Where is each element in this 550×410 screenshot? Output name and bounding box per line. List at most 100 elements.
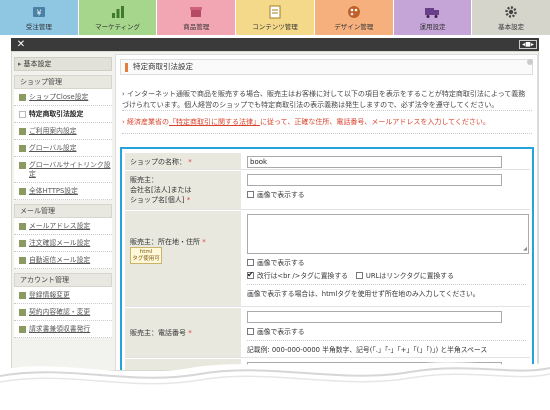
label-text: 販売主： 会社名[法人]または ショップ名[個人] (130, 176, 192, 204)
sidebar-item-order-mail[interactable]: 注文確認メール設定 (14, 235, 112, 252)
html-tag-badge: html タグ使用可 (130, 247, 162, 264)
phone-input[interactable] (247, 311, 502, 323)
br-checkbox[interactable] (247, 270, 254, 279)
address-textarea[interactable]: ◢ (247, 214, 529, 254)
sidebar-item-contract[interactable]: 契約内容確認・変更 (14, 304, 112, 321)
phone-cell: 画像で表示する 記載例: 000-000-0000 半角数字、記号(「.」「-」… (243, 308, 530, 357)
bullet-icon (19, 188, 26, 195)
bullet-icon (19, 240, 26, 247)
checkbox-label: 画像で表示する (257, 259, 305, 267)
bullet-icon (19, 111, 26, 118)
row-address: 販売主：所在地・住所 * htmlタグ使用可 ◢ 画像で表示する 改行は<br … (125, 211, 530, 307)
sidebar-item-auto-reply[interactable]: 自動返信メール設定 (14, 252, 112, 269)
checkbox-label: URLはリンクタグに置換する (365, 272, 454, 280)
company-input[interactable] (247, 174, 502, 186)
sidebar-item-label: グローバルサイトリンク設定 (29, 161, 111, 178)
address-image-checkbox-row[interactable]: 画像で表示する (247, 257, 526, 267)
sidebar-section-account: アカウント管理 (14, 273, 112, 287)
checkbox-label: 改行は<br />タグに置換する (257, 272, 348, 280)
top-navigation: ¥ 受注管理 マーケティング 商品管理 コンテンツ管理 デザイン管理 運用設定 (0, 0, 550, 35)
law-link[interactable]: 「特定商取引に関する法律」 (169, 118, 260, 126)
sidebar-header: ▸ 基本設定 (14, 57, 112, 71)
palette-icon (346, 5, 362, 19)
address-cell: ◢ 画像で表示する 改行は<br />タグに置換する URLはリンクタグに置換す… (243, 211, 530, 306)
sidebar-item-global-sitelink[interactable]: グローバルサイトリンク設定 (14, 157, 112, 183)
phone-label: 販売主：電話番号 * (125, 308, 241, 357)
tab-label: マーケティング (95, 23, 141, 31)
sidebar-item-https[interactable]: 全体HTTPS設定 (14, 183, 112, 200)
shop-name-input[interactable]: book (247, 156, 502, 168)
bullet-icon (19, 326, 26, 333)
warning-note: › 経済産業省の「特定商取引に関する法律」に従って、正確な住所、電話番号、メール… (122, 118, 490, 126)
toolbar: ✕ ◂■▸ (11, 38, 539, 51)
required-mark: * (188, 329, 192, 337)
page-icon (267, 5, 283, 19)
sidebar-item-invoice[interactable]: 請求書兼領収書発行 (14, 321, 112, 338)
label-text: ショップの名称： (130, 158, 186, 166)
label-text: 販売主：電話番号 (130, 329, 186, 337)
sidebar-item-mail-address[interactable]: メールアドレス設定 (14, 218, 112, 235)
bar-chart-icon (110, 5, 126, 19)
bullet-icon (19, 292, 26, 299)
sidebar-item-shop-close[interactable]: ショップClose設定 (14, 89, 112, 106)
tab-design-management[interactable]: デザイン管理 (314, 0, 394, 35)
sidebar-item-label: ご利用案内設定 (29, 127, 77, 135)
divider (247, 284, 526, 285)
label-text: 販売主：所在地・住所 (130, 238, 200, 246)
bullet-icon (19, 162, 26, 169)
tab-operation-settings[interactable]: 運用設定 (393, 0, 473, 35)
sidebar-item-label: 契約内容確認・変更 (29, 308, 91, 316)
circle-icon (527, 59, 533, 65)
sidebar-item-global[interactable]: グローバル設定 (14, 140, 112, 157)
box-icon (188, 5, 204, 19)
row-shop-name: ショップの名称： * book (125, 153, 530, 170)
svg-text:¥: ¥ (36, 9, 41, 18)
row-phone: 販売主：電話番号 * 画像で表示する 記載例: 000-000-0000 半角数… (125, 308, 530, 358)
bullet-icon (19, 257, 26, 264)
bullet-icon (19, 128, 26, 135)
company-image-checkbox-row[interactable]: 画像で表示する (247, 189, 526, 199)
wave-decoration (0, 362, 550, 410)
sidebar-item-label: ショップClose設定 (29, 93, 89, 101)
bullet-icon (19, 309, 26, 316)
replace-options-row: 改行は<br />タグに置換する URLはリンクタグに置換する (247, 270, 526, 280)
tab-label: デザイン管理 (334, 23, 374, 31)
checkbox[interactable] (247, 258, 254, 266)
shop-name-cell: book (243, 153, 530, 169)
expand-icon[interactable]: ◂■▸ (519, 40, 537, 49)
sidebar-item-label: 特定商取引法設定 (29, 110, 84, 118)
sidebar-item-label: 登録情報変更 (29, 291, 70, 299)
checkbox[interactable] (247, 327, 254, 335)
sidebar-item-label: メールアドレス設定 (29, 222, 91, 230)
bullet-icon (19, 94, 26, 101)
required-mark: * (186, 196, 191, 204)
divider (122, 133, 532, 134)
url-checkbox[interactable] (355, 271, 363, 279)
row-company: 販売主： 会社名[法人]または ショップ名[個人] * 画像で表示する (125, 171, 530, 210)
sidebar-section-shop: ショップ管理 (14, 75, 112, 89)
phone-image-checkbox-row[interactable]: 画像で表示する (247, 326, 526, 336)
tab-product-management[interactable]: 商品管理 (157, 0, 237, 35)
app-frame: ▸ 基本設定 ショップ管理 ショップClose設定 特定商取引法設定 ご利用案内設… (11, 51, 539, 371)
info-note: › インターネット通販で商品を販売する場合、販売主はお客様に対して以下の項目を表… (122, 90, 526, 109)
triangle-right-icon: ▸ (18, 60, 22, 68)
badge-bottom: タグ使用可 (132, 256, 160, 262)
sidebar-item-registration[interactable]: 登録情報変更 (14, 287, 112, 304)
tab-basic-settings[interactable]: 基本設定 (472, 0, 550, 35)
tab-marketing[interactable]: マーケティング (78, 0, 158, 35)
resize-grip-icon[interactable]: ◢ (523, 246, 527, 252)
tab-label: 商品管理 (183, 23, 210, 31)
gear-icon (503, 5, 519, 19)
sidebar-item-commerce-law[interactable]: 特定商取引法設定 (14, 106, 112, 123)
sidebar: ▸ 基本設定 ショップ管理 ショップClose設定 特定商取引法設定 ご利用案内設… (14, 54, 112, 370)
warning-text-prefix: 経済産業省の (127, 118, 170, 126)
sidebar-section-mail: メール管理 (14, 204, 112, 218)
tab-order-management[interactable]: ¥ 受注管理 (0, 0, 79, 35)
divider (247, 340, 526, 341)
close-sidebar-button[interactable]: ✕ (13, 39, 29, 50)
sidebar-item-guide[interactable]: ご利用案内設定 (14, 123, 112, 140)
yen-icon: ¥ (31, 5, 47, 19)
tab-content-management[interactable]: コンテンツ管理 (236, 0, 315, 35)
sidebar-header-label: 基本設定 (23, 60, 52, 68)
checkbox[interactable] (247, 190, 254, 198)
